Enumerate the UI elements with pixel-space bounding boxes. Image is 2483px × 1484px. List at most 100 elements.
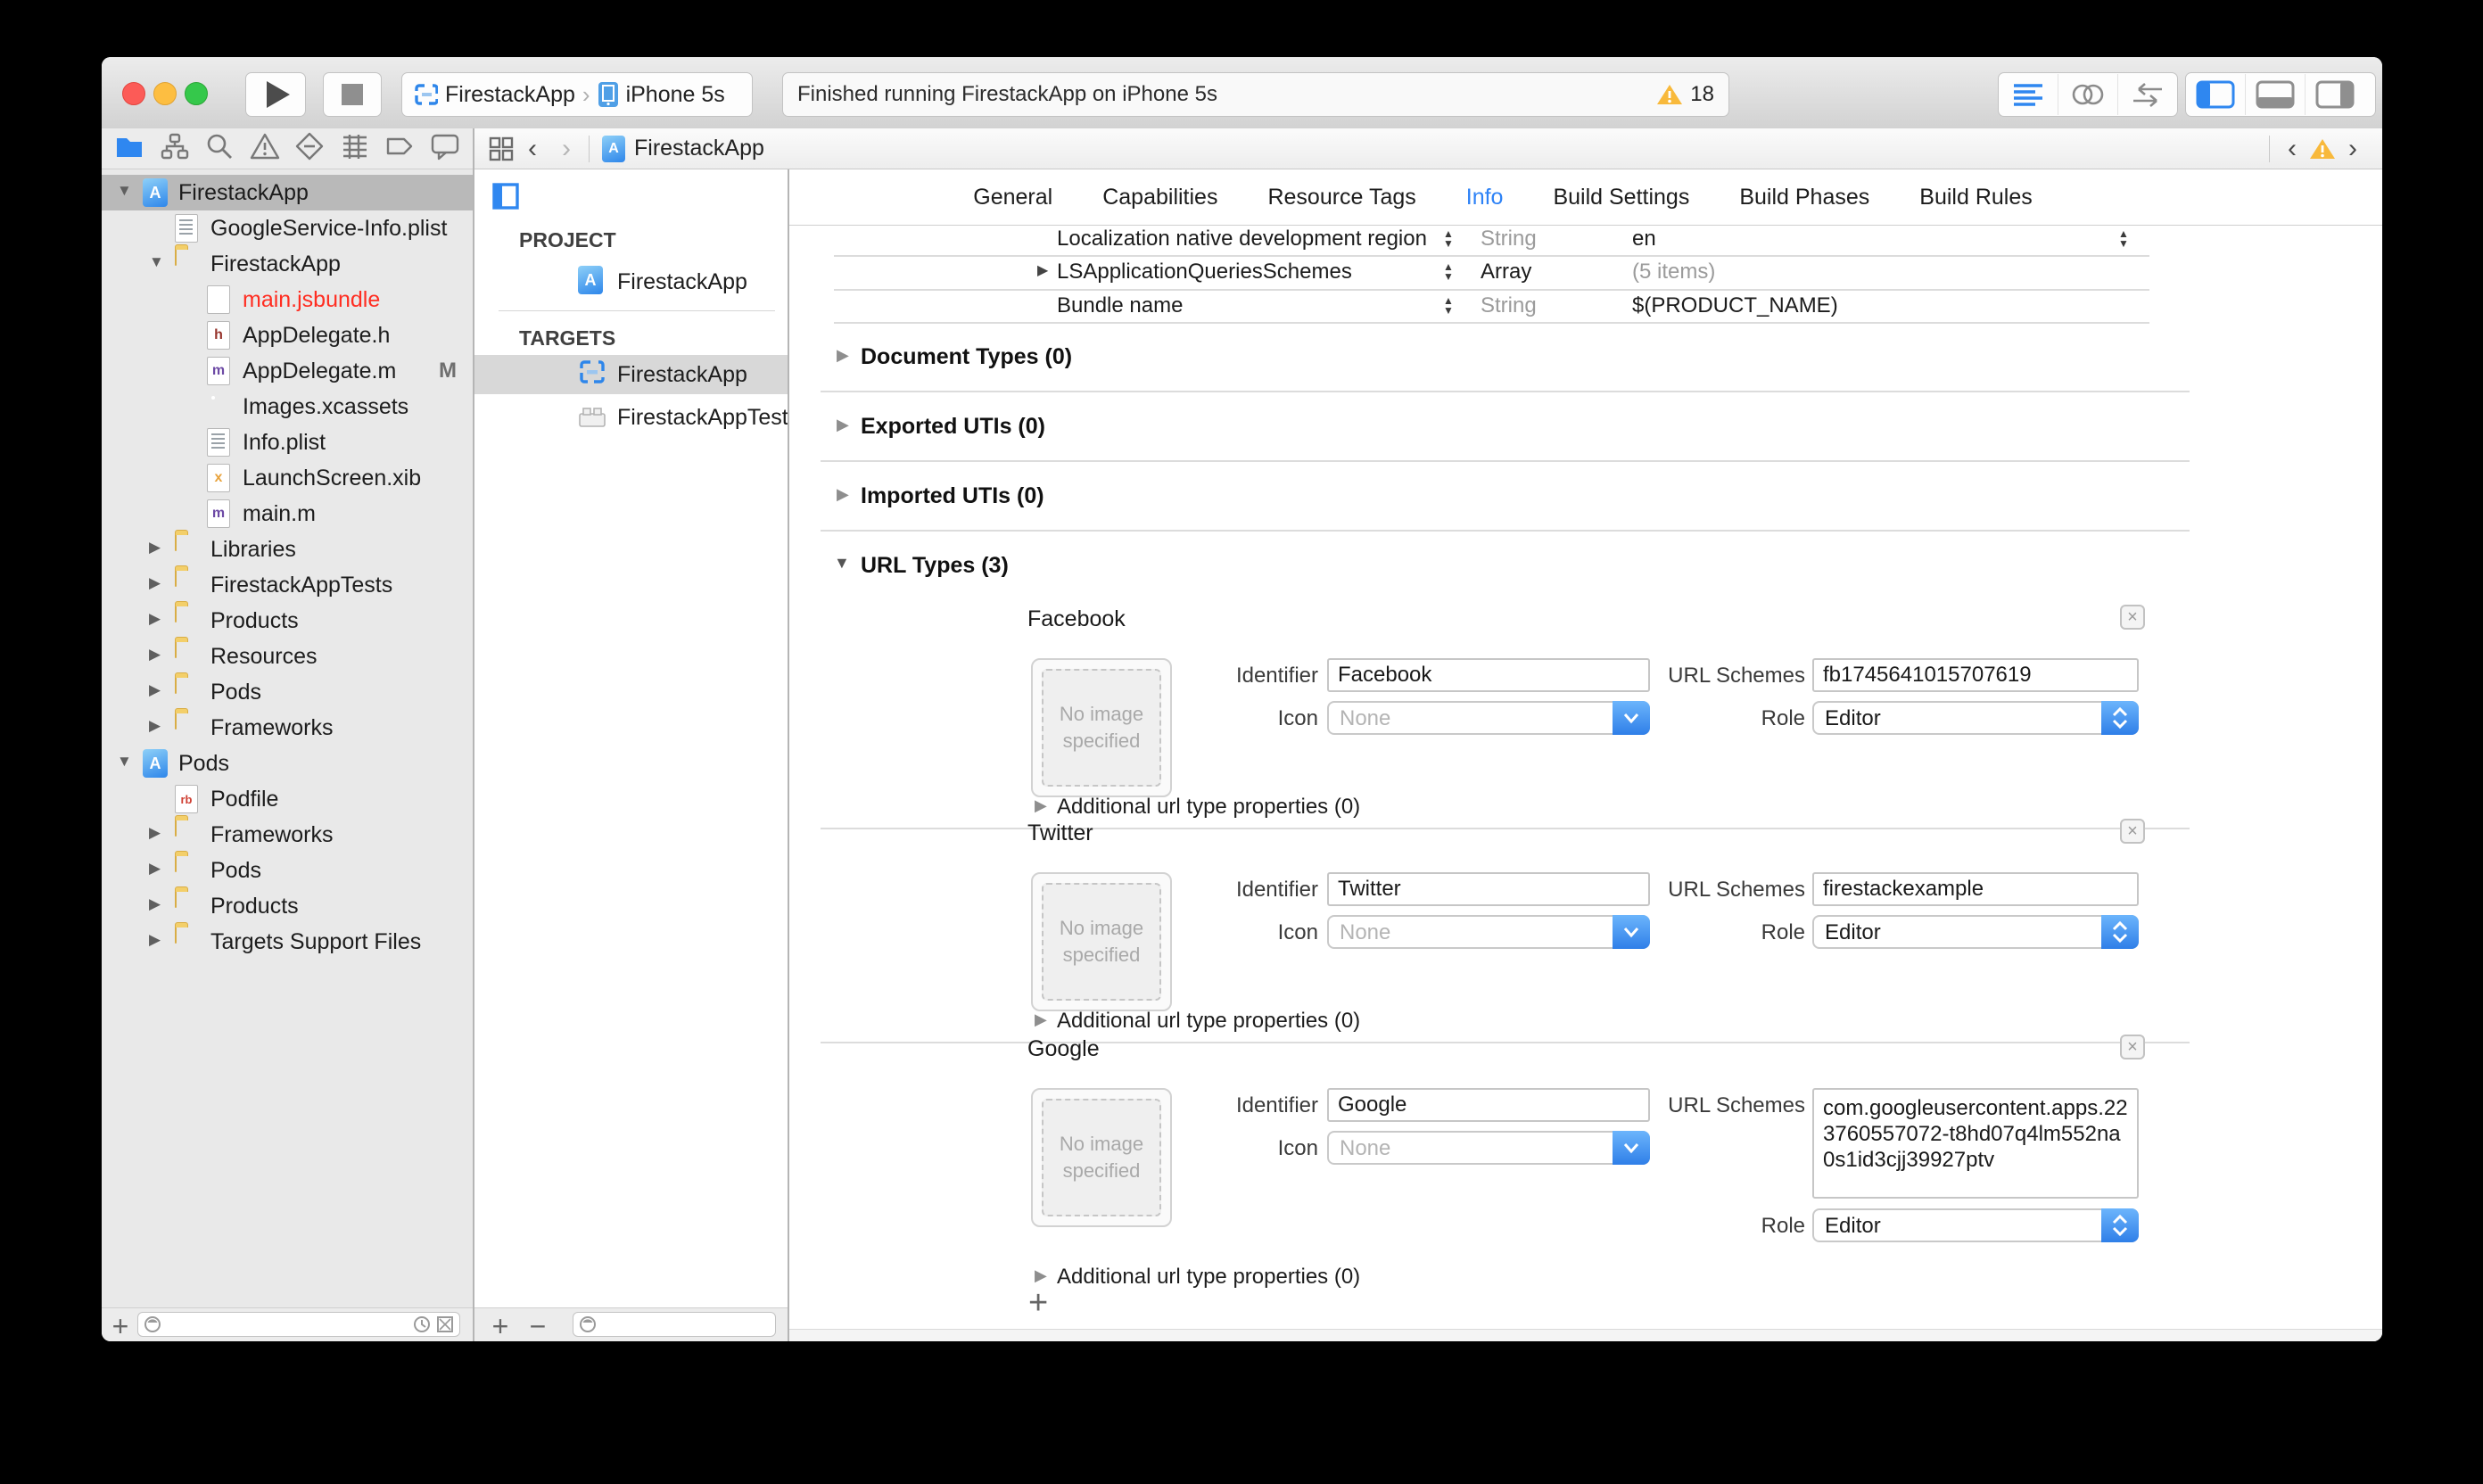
toggle-utilities-button[interactable] — [2305, 74, 2364, 115]
file-row[interactable]: ▶ Pods — [102, 853, 473, 888]
toggle-debug-area-button[interactable] — [2245, 74, 2305, 115]
url-schemes-field[interactable] — [1812, 658, 2139, 692]
key-stepper[interactable]: ▲ ▼ — [1443, 295, 1454, 316]
jumpbar-file-crumb[interactable]: A FirestackApp — [602, 135, 764, 162]
previous-issue-button[interactable]: ‹ — [2275, 131, 2309, 167]
file-row[interactable]: x LaunchScreen.xib — [102, 460, 473, 496]
additional-properties-label[interactable]: Additional url type properties (0) — [1057, 1265, 1360, 1290]
forward-button[interactable]: › — [549, 131, 583, 167]
plist-value[interactable]: (5 items) — [1632, 260, 1715, 284]
section-disclosure-icon[interactable]: ▶ — [837, 346, 849, 365]
icon-popup[interactable]: None — [1327, 701, 1650, 735]
file-row[interactable]: ▶ Libraries — [102, 532, 473, 567]
targets-filter-field[interactable] — [573, 1312, 776, 1337]
section-header[interactable]: Document Types (0) — [861, 344, 1072, 370]
tab-build-settings[interactable]: Build Settings — [1553, 185, 1689, 210]
url-types-disclosure-icon[interactable]: ▼ — [834, 554, 850, 573]
disclosure-triangle-icon[interactable]: ▼ — [117, 182, 132, 200]
run-button[interactable] — [245, 72, 306, 117]
additional-properties-disclosure-icon[interactable]: ▶ — [1035, 796, 1047, 815]
disclosure-triangle-icon[interactable]: ▶ — [149, 610, 161, 628]
additional-properties-label[interactable]: Additional url type properties (0) — [1057, 795, 1360, 820]
zoom-window-button[interactable] — [185, 82, 208, 105]
file-row[interactable]: Info.plist — [102, 425, 473, 460]
plist-value[interactable]: $(PRODUCT_NAME) — [1632, 293, 1838, 318]
section-header[interactable]: Imported UTIs (0) — [861, 483, 1044, 509]
file-row[interactable]: ▼ A Pods — [102, 746, 473, 781]
identifier-field[interactable] — [1327, 872, 1650, 906]
url-schemes-field[interactable]: com.googleusercontent.apps.223760557072-… — [1812, 1088, 2139, 1199]
image-well[interactable]: No image specified — [1031, 872, 1172, 1011]
stop-button[interactable] — [323, 72, 382, 117]
add-url-type-button[interactable]: + — [1028, 1284, 1048, 1323]
section-header[interactable]: Exported UTIs (0) — [861, 414, 1045, 440]
toggle-navigator-button[interactable] — [2186, 74, 2245, 115]
remove-url-type-button[interactable]: × — [2120, 819, 2145, 844]
disclosure-triangle-icon[interactable]: ▶ — [149, 895, 161, 913]
file-row[interactable]: Images.xcassets — [102, 389, 473, 425]
section-disclosure-icon[interactable]: ▶ — [837, 485, 849, 504]
disclosure-triangle-icon[interactable]: ▶ — [149, 539, 161, 556]
file-row[interactable]: ▼ FirestackApp — [102, 246, 473, 282]
key-stepper[interactable]: ▲ ▼ — [1443, 261, 1454, 282]
breakpoint-navigator-tab[interactable] — [384, 131, 415, 166]
target-row-firestackapp[interactable]: FirestackApp — [474, 355, 788, 394]
warning-counter[interactable]: 18 — [1656, 82, 1714, 107]
plist-type[interactable]: String — [1481, 227, 1537, 251]
role-popup[interactable]: Editor — [1812, 1208, 2139, 1242]
file-row[interactable]: GoogleService-Info.plist — [102, 210, 473, 246]
related-items-icon[interactable] — [487, 135, 516, 163]
additional-properties-label[interactable]: Additional url type properties (0) — [1057, 1009, 1360, 1034]
role-popup[interactable]: Editor — [1812, 701, 2139, 735]
debug-navigator-tab[interactable] — [340, 131, 370, 166]
additional-properties-disclosure-icon[interactable]: ▶ — [1035, 1266, 1047, 1285]
file-row[interactable]: rb Podfile — [102, 781, 473, 817]
icon-popup[interactable]: None — [1327, 1131, 1650, 1165]
back-button[interactable]: ‹ — [516, 131, 549, 167]
file-row[interactable]: main.jsbundle — [102, 282, 473, 317]
project-row[interactable]: A FirestackApp — [474, 262, 788, 301]
file-row[interactable]: ▶ Frameworks — [102, 817, 473, 853]
disclosure-triangle-icon[interactable]: ▶ — [149, 574, 161, 592]
remove-url-type-button[interactable]: × — [2120, 1035, 2145, 1059]
disclosure-triangle-icon[interactable]: ▶ — [149, 824, 161, 842]
tab-capabilities[interactable]: Capabilities — [1102, 185, 1217, 210]
add-file-button[interactable]: + — [105, 1310, 136, 1341]
additional-properties-disclosure-icon[interactable]: ▶ — [1035, 1010, 1047, 1029]
navigator-filter-field[interactable] — [137, 1312, 460, 1337]
target-row-firestackapptests[interactable]: FirestackAppTests — [474, 398, 788, 437]
file-row[interactable]: ▶ Frameworks — [102, 710, 473, 746]
plist-type[interactable]: String — [1481, 293, 1537, 318]
plist-key[interactable]: Bundle name — [1057, 293, 1183, 318]
value-stepper[interactable]: ▲ ▼ — [2118, 228, 2129, 249]
unsaved-files-icon[interactable] — [436, 1315, 454, 1333]
file-row[interactable]: m AppDelegate.m M — [102, 353, 473, 389]
file-row[interactable]: ▶ Targets Support Files — [102, 924, 473, 960]
assistant-editor-button[interactable] — [2058, 74, 2117, 115]
disclosure-triangle-icon[interactable]: ▶ — [149, 717, 161, 735]
plist-type[interactable]: Array — [1481, 260, 1531, 284]
project-navigator-tab[interactable] — [114, 131, 144, 166]
identifier-field[interactable] — [1327, 658, 1650, 692]
file-row[interactable]: m main.m — [102, 496, 473, 532]
hide-targets-list-icon[interactable] — [491, 182, 520, 210]
disclosure-triangle-icon[interactable]: ▶ — [149, 931, 161, 949]
role-popup[interactable]: Editor — [1812, 915, 2139, 949]
next-issue-button[interactable]: › — [2336, 131, 2370, 167]
minimize-window-button[interactable] — [153, 82, 177, 105]
standard-editor-button[interactable] — [1999, 74, 2058, 115]
tab-build-phases[interactable]: Build Phases — [1739, 185, 1869, 210]
url-types-header[interactable]: URL Types (3) — [861, 553, 1009, 579]
disclosure-triangle-icon[interactable]: ▼ — [117, 753, 132, 771]
section-disclosure-icon[interactable]: ▶ — [837, 416, 849, 434]
add-target-button[interactable]: + — [485, 1310, 516, 1341]
url-schemes-field[interactable] — [1812, 872, 2139, 906]
icon-popup[interactable]: None — [1327, 915, 1650, 949]
tab-resource-tags[interactable]: Resource Tags — [1267, 185, 1415, 210]
file-row[interactable]: ▶ Resources — [102, 639, 473, 674]
remove-url-type-button[interactable]: × — [2120, 605, 2145, 630]
plist-key[interactable]: Localization native development region — [1057, 227, 1427, 251]
file-row[interactable]: ▶ Products — [102, 888, 473, 924]
symbol-navigator-tab[interactable] — [160, 131, 190, 166]
disclosure-triangle-icon[interactable]: ▶ — [149, 860, 161, 878]
